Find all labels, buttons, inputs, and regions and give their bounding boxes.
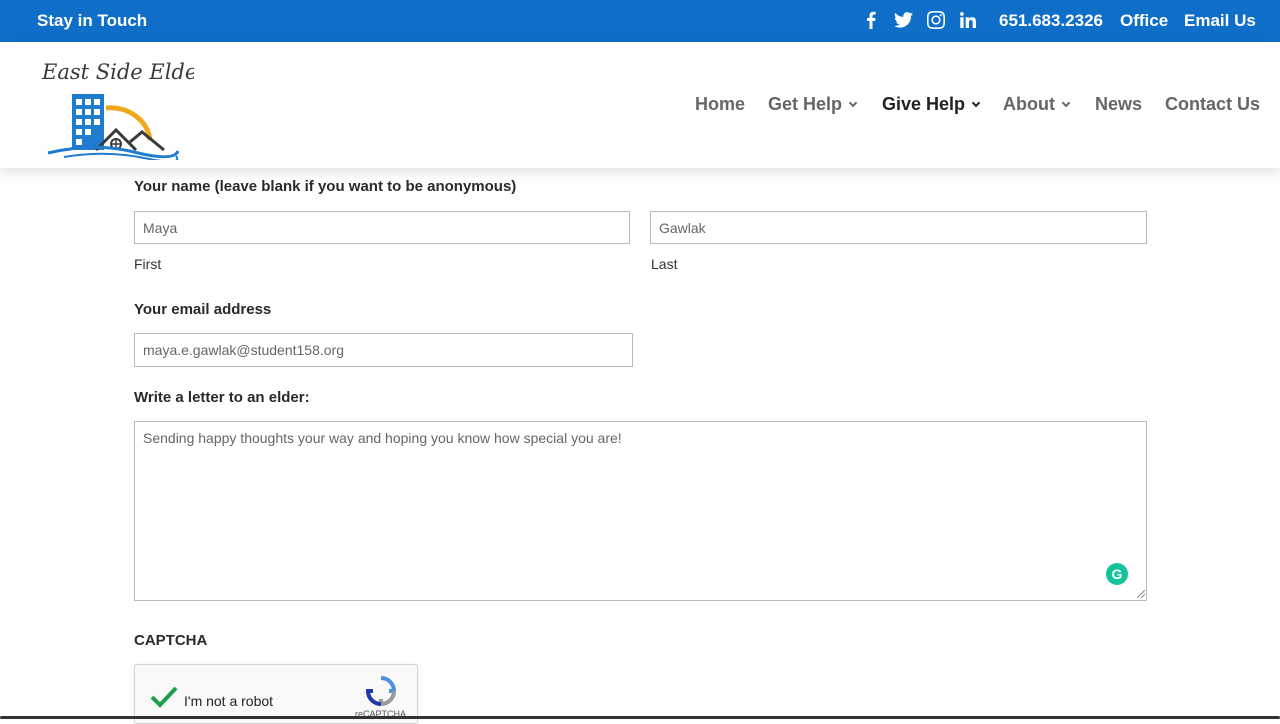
email-input[interactable]: maya.e.gawlak@student158.org [134, 333, 633, 367]
name-label: Your name (leave blank if you want to be… [134, 178, 517, 195]
resize-handle-icon[interactable] [1137, 590, 1145, 598]
nav-get-help-label: Get Help [768, 94, 843, 114]
logo-text: East Side Elders [41, 60, 194, 84]
email-label: Your email address [134, 301, 272, 318]
facebook-icon[interactable] [862, 9, 880, 31]
nav-about[interactable]: About [1003, 94, 1071, 115]
nav-give-help[interactable]: Give Help [882, 94, 981, 115]
phone-link[interactable]: 651.683.2326 [999, 11, 1103, 31]
nav-home-label: Home [695, 94, 746, 114]
nav-about-label: About [1003, 94, 1055, 114]
captcha-label: CAPTCHA [134, 632, 208, 649]
top-bar: Stay in Touch 651.683.2326 Office Email … [0, 0, 1280, 42]
nav-get-help[interactable]: Get Help [768, 94, 858, 115]
recaptcha-logo-icon [365, 676, 397, 707]
first-name-input[interactable]: Maya [134, 211, 630, 244]
email-us-link[interactable]: Email Us [1184, 11, 1256, 31]
instagram-icon[interactable] [926, 9, 946, 31]
chevron-down-icon [1061, 98, 1071, 107]
captcha-checkbox-label: I'm not a robot [184, 693, 274, 709]
site-logo[interactable]: East Side Elders [34, 52, 218, 163]
nav-news[interactable]: News [1095, 94, 1142, 115]
nav-give-help-label: Give Help [882, 94, 966, 114]
first-sublabel: First [134, 256, 162, 272]
site-header: East Side Elders Home Ge [0, 42, 1280, 168]
nav-news-label: News [1095, 94, 1143, 114]
checkmark-icon[interactable] [149, 685, 179, 709]
nav-contact-us-label: Contact Us [1165, 94, 1261, 114]
recaptcha-widget: I'm not a robot reCAPTCHA [134, 664, 418, 724]
nav-home[interactable]: Home [695, 94, 745, 115]
linkedin-icon[interactable] [958, 9, 978, 31]
stay-in-touch-text: Stay in Touch [37, 11, 148, 30]
twitter-icon[interactable] [893, 9, 913, 31]
last-sublabel: Last [651, 256, 678, 272]
letter-label: Write a letter to an elder: [134, 389, 310, 406]
last-name-input[interactable]: Gawlak [650, 211, 1147, 244]
grammarly-icon[interactable]: G [1106, 563, 1128, 585]
letter-textarea[interactable]: Sending happy thoughts your way and hopi… [134, 421, 1147, 601]
chevron-down-icon [971, 98, 981, 107]
office-link[interactable]: Office [1120, 11, 1168, 31]
chevron-down-icon [848, 98, 858, 107]
nav-contact-us[interactable]: Contact Us [1165, 94, 1260, 115]
